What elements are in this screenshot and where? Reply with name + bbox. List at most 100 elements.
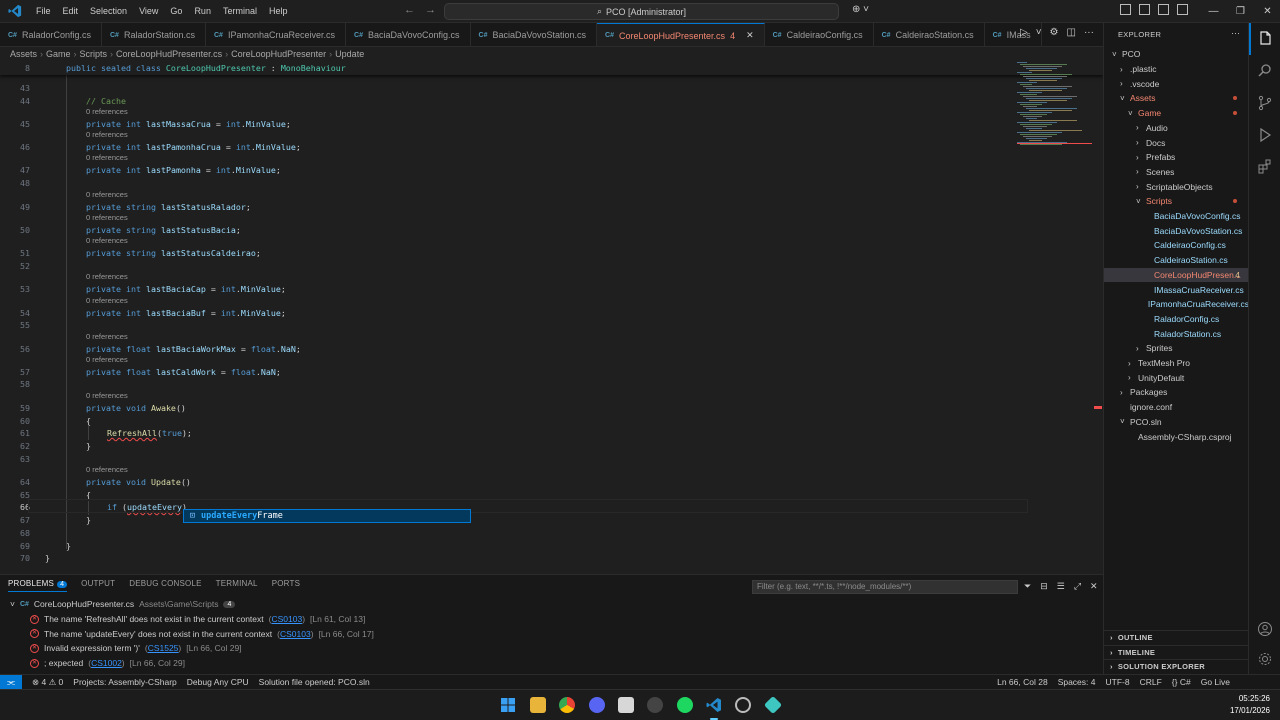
filter-icon[interactable]: ⏷ xyxy=(1024,581,1031,592)
explorer-icon[interactable] xyxy=(1249,23,1280,55)
github-desktop-icon[interactable] xyxy=(735,697,751,713)
codelens-references[interactable]: 0 references xyxy=(86,213,128,222)
tree-item[interactable]: ˅ Game xyxy=(1104,106,1249,121)
breadcrumb-item[interactable]: Game xyxy=(46,49,71,59)
problems-filter-input[interactable]: Filter (e.g. text, **/*.ts, !**/node_mod… xyxy=(752,580,1018,594)
tree-item[interactable]: › ScriptableObjects xyxy=(1104,179,1249,194)
forward-arrow-icon[interactable]: → xyxy=(425,4,436,16)
discord-icon[interactable] xyxy=(589,697,605,713)
collapse-all-icon[interactable]: ⊟ xyxy=(1040,581,1048,592)
codelens-references[interactable]: 0 references xyxy=(86,130,128,139)
tree-item[interactable]: RaladorStation.cs xyxy=(1104,326,1249,341)
problem-code-link[interactable]: CS0103 xyxy=(271,614,302,624)
tree-item[interactable]: ˅ PCO xyxy=(1104,47,1249,62)
tree-item[interactable]: › Packages xyxy=(1104,385,1249,400)
panel-tab-ports[interactable]: PORTS xyxy=(272,579,300,592)
tree-item[interactable]: RaladorConfig.cs xyxy=(1104,312,1249,327)
search-icon[interactable] xyxy=(1249,55,1280,87)
tree-item[interactable]: › .vscode xyxy=(1104,76,1249,91)
spotify-icon[interactable] xyxy=(677,697,693,713)
sticky-scroll-header[interactable]: 8 public sealed class CoreLoopHudPresent… xyxy=(0,61,1103,75)
tree-item[interactable]: CoreLoopHudPresen... 4 xyxy=(1104,267,1249,283)
manage-gear-icon[interactable] xyxy=(1249,643,1280,675)
unity-icon[interactable] xyxy=(647,697,663,713)
chrome-icon[interactable] xyxy=(559,697,575,713)
menu-item-edit[interactable]: Edit xyxy=(57,0,85,23)
breadcrumb-item[interactable]: Scripts xyxy=(80,49,108,59)
menu-item-file[interactable]: File xyxy=(30,0,57,23)
extensions-icon[interactable] xyxy=(1249,151,1280,183)
menu-item-help[interactable]: Help xyxy=(263,0,294,23)
account-icon[interactable] xyxy=(1249,613,1280,645)
toggle-primary-sidebar-icon[interactable] xyxy=(1120,4,1131,15)
problem-row[interactable]: ✕ Invalid expression term ')' (CS1525) [Ln … xyxy=(30,643,242,653)
tree-item[interactable]: CaldeiraoConfig.cs xyxy=(1104,238,1249,253)
maximize-icon[interactable]: ❐ xyxy=(1227,0,1254,23)
minimize-icon[interactable]: — xyxy=(1200,0,1227,23)
menu-item-selection[interactable]: Selection xyxy=(84,0,133,23)
panel-tab-problems[interactable]: PROBLEMS 4 xyxy=(8,579,68,592)
section-outline[interactable]: › OUTLINE xyxy=(1104,630,1249,644)
chevron-down-icon[interactable]: ˅ xyxy=(1036,27,1042,38)
menu-item-view[interactable]: View xyxy=(133,0,164,23)
problems-file-header[interactable]: ˅ C# CoreLoopHudPresenter.cs Assets\Game… xyxy=(10,599,236,609)
toggle-panel-icon[interactable] xyxy=(1139,4,1150,15)
tab-7[interactable]: C# CaldeiraoStation.cs xyxy=(874,23,985,46)
run-icon[interactable]: ▷ xyxy=(1020,27,1028,38)
status-problems[interactable]: ⊗ 4 ⚠ 0 xyxy=(32,677,63,688)
menu-item-go[interactable]: Go xyxy=(164,0,188,23)
problem-code-link[interactable]: CS0103 xyxy=(280,629,311,639)
codelens-references[interactable]: 0 references xyxy=(86,465,128,474)
customize-layout-icon[interactable] xyxy=(1177,4,1188,15)
problem-row[interactable]: ✕ The name 'updateEvery' does not exist i… xyxy=(30,629,374,639)
app-icon[interactable] xyxy=(618,697,634,713)
problem-row[interactable]: ✕ The name 'RefreshAll' does not exist in… xyxy=(30,614,365,624)
tree-item[interactable]: BaciaDaVovoConfig.cs xyxy=(1104,209,1249,224)
tree-item[interactable]: › TextMesh Pro xyxy=(1104,356,1249,371)
tree-item[interactable]: › Scenes xyxy=(1104,165,1249,180)
codelens-references[interactable]: 0 references xyxy=(86,107,128,116)
tab-1[interactable]: C# RaladorStation.cs xyxy=(102,23,206,46)
tree-item[interactable]: › Sprites xyxy=(1104,341,1249,356)
problem-row[interactable]: ✕ ; expected (CS1002) [Ln 66, Col 29] xyxy=(30,658,185,668)
back-arrow-icon[interactable]: ← xyxy=(404,4,415,16)
taskbar-clock[interactable]: 05:25:26 17/01/2026 xyxy=(1230,693,1270,717)
tree-item[interactable]: ˅ Assets xyxy=(1104,91,1249,106)
autocomplete-suggestion[interactable]: ⊡ updateEvery Frame xyxy=(183,509,471,523)
codelens-references[interactable]: 0 references xyxy=(86,355,128,364)
gear-icon[interactable]: ⚙ xyxy=(1050,27,1059,38)
remote-icon[interactable]: ⫘ xyxy=(0,674,22,690)
tree-item[interactable]: IMassaCruaReceiver.cs xyxy=(1104,282,1249,297)
tab-0[interactable]: C# RaladorConfig.cs xyxy=(0,23,102,46)
toggle-secondary-sidebar-icon[interactable] xyxy=(1158,4,1169,15)
breadcrumb-item[interactable]: CoreLoopHudPresenter xyxy=(231,49,326,59)
minimap[interactable] xyxy=(1017,61,1097,161)
panel-tab-terminal[interactable]: TERMINAL xyxy=(216,579,258,592)
tree-item[interactable]: › Audio xyxy=(1104,121,1249,136)
more-actions-icon[interactable]: ··· xyxy=(1084,27,1094,38)
close-window-icon[interactable]: ✕ xyxy=(1254,0,1280,23)
code-editor[interactable]: 43 44// Cache 45 0 references private int la… xyxy=(0,61,1103,573)
close-tab-icon[interactable]: ✕ xyxy=(746,30,754,41)
codelens-references[interactable]: 0 references xyxy=(86,272,128,281)
cube-app-icon[interactable] xyxy=(763,695,783,715)
breadcrumb-item[interactable]: Assets xyxy=(10,49,37,59)
section-timeline[interactable]: › TIMELINE xyxy=(1104,644,1249,659)
status-debug-config[interactable]: Debug Any CPU xyxy=(187,677,249,687)
breadcrumb-item[interactable]: Update xyxy=(335,49,364,59)
tab-2[interactable]: C# IPamonhaCruaReceiver.cs xyxy=(206,23,347,46)
vscode-taskbar-icon[interactable] xyxy=(706,697,722,713)
codelens-references[interactable]: 0 references xyxy=(86,236,128,245)
windows-start-icon[interactable] xyxy=(500,697,516,713)
tree-item[interactable]: Assembly-CSharp.csproj xyxy=(1104,429,1249,444)
panel-tab-debug-console[interactable]: DEBUG CONSOLE xyxy=(129,579,201,592)
tree-item[interactable]: CaldeiraoStation.cs xyxy=(1104,253,1249,268)
problem-code-link[interactable]: CS1002 xyxy=(91,658,122,668)
codelens-references[interactable]: 0 references xyxy=(86,391,128,400)
status-go-live[interactable]: Go Live xyxy=(1201,677,1230,687)
panel-tab-output[interactable]: OUTPUT xyxy=(81,579,115,592)
status-eol[interactable]: CRLF xyxy=(1140,677,1162,687)
status-solution[interactable]: Solution file opened: PCO.sln xyxy=(259,677,370,687)
breadcrumb-item[interactable]: CoreLoopHudPresenter.cs xyxy=(116,49,222,59)
close-panel-icon[interactable]: ✕ xyxy=(1090,581,1098,592)
